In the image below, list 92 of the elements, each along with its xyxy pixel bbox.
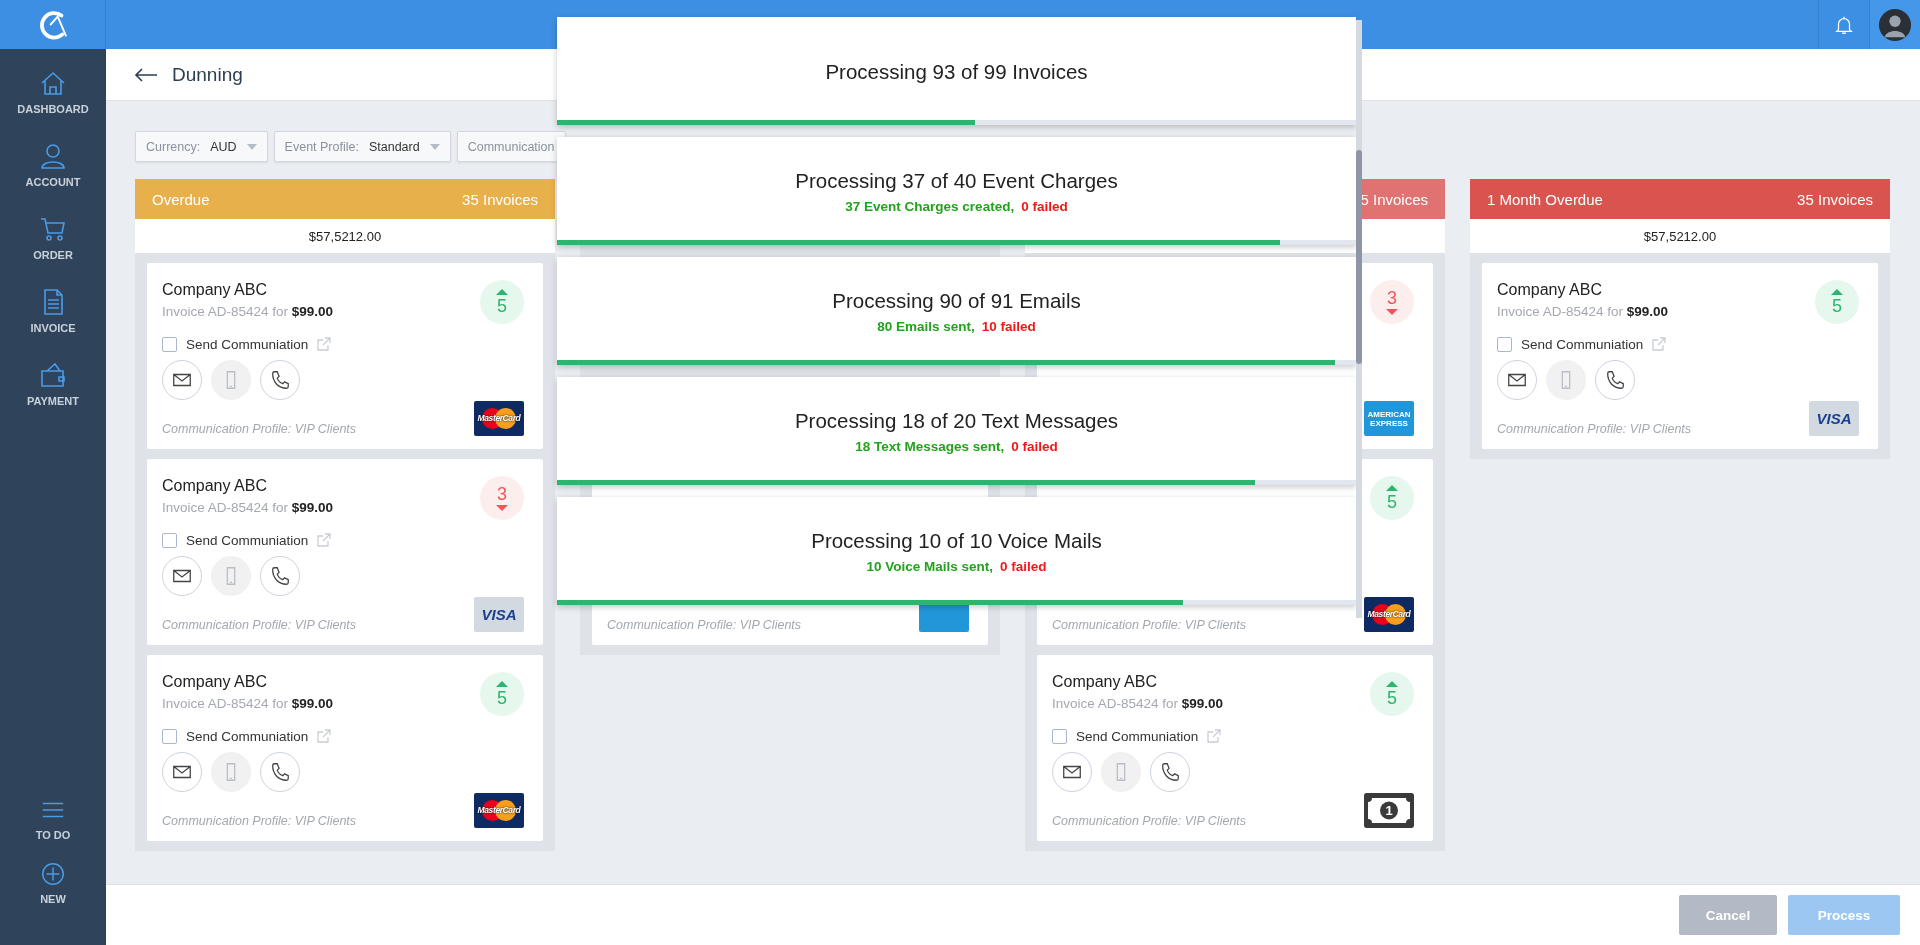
profile-text: Communication Profile: VIP Clients [1052, 618, 1247, 632]
avatar-icon [1878, 7, 1912, 42]
nav-item[interactable]: INVOICE [0, 282, 106, 355]
caret-icon [246, 143, 257, 150]
invoice-card[interactable]: Company ABC Invoice AD-85424 for $99.00 Send Communiation Communication Profile: VIP Clients 3 VISA [147, 459, 543, 645]
cart-icon [39, 215, 67, 243]
score-badge: 5 [480, 280, 524, 324]
success-count: 80 Emails sent, [877, 319, 975, 334]
filter-dropdown[interactable]: Event Profile: Standard [273, 131, 451, 162]
nav-item[interactable]: ORDER [0, 209, 106, 282]
checkbox-label: Send Communiation [186, 532, 309, 548]
payment-logo: VISA [474, 597, 524, 632]
checkbox-label: Send Communiation [186, 336, 309, 352]
phone-icon [269, 369, 291, 391]
phone-icon [1604, 369, 1626, 391]
nav-item[interactable]: DASHBOARD [0, 63, 106, 136]
invoice-line: Invoice AD-85424 for $99.00 [162, 695, 335, 713]
checkbox[interactable] [162, 728, 177, 744]
invoice-line: Invoice AD-85424 for $99.00 [1497, 303, 1670, 321]
payment-logo: VISA [1809, 401, 1859, 436]
company-name: Company ABC [1497, 280, 1603, 300]
failed-count: 0 failed [1000, 559, 1047, 574]
profile-button[interactable] [1869, 0, 1920, 49]
progress-title: Processing 90 of 91 Emails [832, 289, 1081, 313]
checkbox-label: Send Communiation [1521, 336, 1644, 352]
plus-icon [40, 861, 66, 887]
score-badge: 5 [1815, 280, 1859, 324]
scrollbar[interactable] [1356, 20, 1362, 618]
profile-text: Communication Profile: VIP Clients [1497, 422, 1692, 436]
profile-text: Communication Profile: VIP Clients [1052, 814, 1247, 828]
profile-text: Communication Profile: VIP Clients [607, 618, 802, 632]
person-icon [39, 142, 67, 170]
profile-text: Communication Profile: VIP Clients [162, 422, 357, 436]
company-name: Company ABC [162, 280, 268, 300]
invoice-card[interactable]: Company ABC Invoice AD-85424 for $99.00 Send Communiation Communication Profile: VIP Clients 5 1 [1037, 655, 1433, 841]
failed-count: 10 failed [981, 319, 1036, 334]
external-link-icon[interactable] [317, 533, 332, 547]
progress-title: Processing 18 of 20 Text Messages [794, 409, 1119, 433]
caret-icon [429, 143, 440, 150]
phone-icon [1159, 761, 1181, 783]
score-badge: 5 [1370, 476, 1414, 520]
invoice-count: 35 Invoices [462, 190, 538, 208]
score-badge: 5 [480, 672, 524, 716]
score-badge: 5 [1370, 672, 1414, 716]
invoice-line: Invoice AD-85424 for $99.00 [162, 303, 335, 321]
checkbox[interactable] [162, 336, 177, 352]
company-name: Company ABC [162, 672, 268, 692]
profile-text: Communication Profile: VIP Clients [162, 814, 357, 828]
failed-count: 0 failed [1021, 199, 1068, 214]
failed-count: 0 failed [1011, 439, 1058, 454]
nav-item[interactable]: TO DO [0, 791, 106, 855]
back-arrow-icon[interactable] [134, 66, 158, 83]
phone-icon [269, 761, 291, 783]
progress-title: Processing 93 of 99 Invoices [825, 59, 1088, 84]
company-name: Company ABC [1052, 672, 1158, 692]
progress-title: Processing 10 of 10 Voice Mails [811, 529, 1102, 553]
invoice-count: 5 Invoices [1360, 190, 1428, 208]
checkbox-label: Send Communiation [1076, 728, 1199, 744]
invoice-line: Invoice AD-85424 for $99.00 [162, 499, 335, 517]
external-link-icon[interactable] [1652, 337, 1667, 351]
checkbox-label: Send Communiation [186, 728, 309, 744]
total-amount: $57,5212.00 [308, 228, 382, 244]
company-name: Company ABC [162, 476, 268, 496]
nav-item[interactable]: PAYMENT [0, 355, 106, 428]
page-title: Dunning [172, 63, 243, 86]
invoice-count: 35 Invoices [1797, 190, 1873, 208]
payment-logo: AMERICAN EXPRESS [1364, 401, 1414, 436]
success-count: 10 Voice Mails sent, [866, 559, 993, 574]
progress-title: Processing 37 of 40 Event Charges [795, 169, 1118, 193]
filter-dropdown[interactable]: Currency: AUD [135, 131, 268, 162]
profile-text: Communication Profile: VIP Clients [162, 618, 357, 632]
external-link-icon[interactable] [1207, 729, 1222, 743]
invoice-card[interactable]: Company ABC Invoice AD-85424 for $99.00 Send Communiation Communication Profile: VIP Clients 5 VISA [1482, 263, 1878, 449]
success-count: 18 Text Messages sent, [855, 439, 1005, 454]
checkbox[interactable] [162, 532, 177, 548]
score-badge: 3 [1370, 280, 1414, 324]
invoice-line: Invoice AD-85424 for $99.00 [1052, 695, 1225, 713]
checkbox[interactable] [1052, 728, 1067, 744]
column-title: Overdue [152, 190, 210, 208]
wallet-icon [39, 361, 67, 389]
external-link-icon[interactable] [317, 337, 332, 351]
phone-icon [269, 565, 291, 587]
nav-item[interactable]: ACCOUNT [0, 136, 106, 209]
column-title: 1 Month Overdue [1487, 190, 1603, 208]
score-badge: 3 [480, 476, 524, 520]
total-amount: $57,5212.00 [1643, 228, 1717, 244]
success-count: 37 Event Charges created, [845, 199, 1015, 214]
nav-item[interactable]: NEW [0, 855, 106, 919]
external-link-icon[interactable] [317, 729, 332, 743]
checkbox[interactable] [1497, 336, 1512, 352]
payment-logo: 1 [1364, 793, 1414, 828]
house-icon [39, 69, 67, 97]
